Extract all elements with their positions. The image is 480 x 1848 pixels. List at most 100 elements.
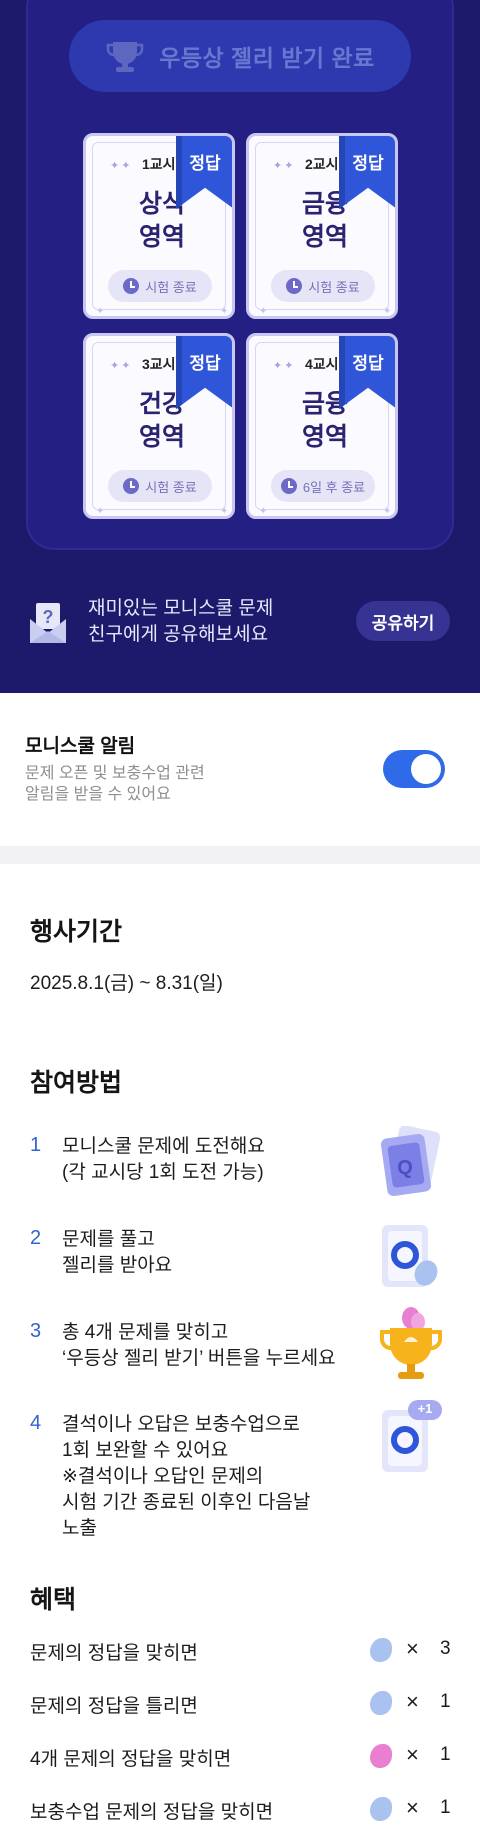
- step-line: 시험 기간 종료된 이후인 다음날: [62, 1492, 311, 1513]
- times-sign: ×: [406, 1689, 419, 1714]
- times-sign: ×: [406, 1795, 419, 1820]
- exam-card-2[interactable]: ✦✦ 2교시 금융 영역 시험 종료 정답 ✦ ✦: [246, 133, 398, 319]
- card-period: 1교시: [142, 156, 176, 172]
- notification-setting: 모니스쿨 알림 문제 오픈 및 보충수업 관련 알림을 받을 수 있어요: [0, 693, 480, 846]
- card-subject: 금융 영역: [249, 188, 395, 254]
- benefits-title: 혜택: [30, 1586, 77, 1614]
- question-mail-icon: ?: [30, 603, 66, 643]
- step-line: 노출: [62, 1518, 97, 1539]
- corner-sparkle-icon: ✦: [220, 306, 229, 317]
- plus-one-card-icon: +1: [378, 1400, 444, 1476]
- exam-card-3[interactable]: ✦✦ 3교시 건강 영역 시험 종료 정답 ✦ ✦: [83, 333, 235, 519]
- card-status: 시험 종료: [271, 270, 375, 302]
- exam-card-1[interactable]: ✦✦ 1교시 상식 영역 시험 종료 정답 ✦ ✦: [83, 133, 235, 319]
- step-line: 결석이나 오답은 보충수업으로: [62, 1414, 300, 1435]
- sparkle-icon: ✦✦: [273, 360, 296, 372]
- corner-sparkle-icon: ✦: [259, 306, 268, 317]
- section-divider: [0, 846, 480, 864]
- benefit-count: 1: [440, 1691, 451, 1712]
- subject-line-2: 영역: [301, 423, 348, 451]
- clock-icon: [280, 478, 297, 494]
- award-jelly-button[interactable]: 우등상 젤리 받기 완료: [69, 20, 411, 92]
- step-number: 3: [30, 1320, 42, 1342]
- subject-line-2: 영역: [301, 223, 348, 251]
- exam-card-4[interactable]: ✦✦ 4교시 금융 영역 6일 후 종료 정답 ✦ ✦: [246, 333, 398, 519]
- corner-sparkle-icon: ✦: [96, 306, 105, 317]
- clock-icon: [123, 278, 140, 294]
- blue-jelly-icon: [370, 1691, 392, 1715]
- subject-line-2: 영역: [138, 223, 185, 251]
- status-label: 시험 종료: [145, 479, 197, 495]
- card-status: 시험 종료: [108, 470, 212, 502]
- step-item: 2 문제를 풀고 젤리를 받아요: [0, 1225, 480, 1307]
- benefit-text: 문제의 정답을 맞히면: [30, 1643, 198, 1664]
- card-subject: 금융 영역: [249, 388, 395, 454]
- award-button-label: 우등상 젤리 받기 완료: [159, 45, 375, 71]
- subject-line-2: 영역: [138, 423, 185, 451]
- event-period-title: 행사기간: [30, 918, 123, 946]
- share-line-2: 친구에게 공유해보세요: [88, 624, 269, 645]
- blue-jelly-icon: [370, 1797, 392, 1821]
- sparkle-icon: ✦✦: [110, 160, 133, 172]
- svg-text:?: ?: [43, 607, 54, 627]
- event-period-value: 2025.8.1(금) ~ 8.31(일): [30, 973, 223, 994]
- step-item: 4 결석이나 오답은 보충수업으로 1회 보완할 수 있어요 ※결석이나 오답인…: [0, 1400, 480, 1552]
- correct-badge-label: 정답: [189, 154, 221, 173]
- card-period: 3교시: [142, 356, 176, 372]
- how-to-title: 참여방법: [30, 1069, 123, 1097]
- times-sign: ×: [406, 1742, 419, 1767]
- step-line: 총 4개 문제를 맞히고: [62, 1322, 229, 1343]
- notification-toggle[interactable]: [383, 750, 445, 788]
- step-text: 총 4개 문제를 맞히고 ‘우등상 젤리 받기’ 버튼을 누르세요: [62, 1320, 336, 1372]
- step-item: 1 모니스쿨 문제에 도전해요 (각 교시당 1회 도전 가능) Q: [0, 1126, 480, 1214]
- benefit-text: 4개 문제의 정답을 맞히면: [30, 1749, 232, 1770]
- correct-badge-label: 정답: [352, 154, 384, 173]
- notification-title: 모니스쿨 알림: [25, 736, 136, 757]
- status-label: 6일 후 종료: [302, 479, 366, 495]
- benefit-count: 3: [440, 1638, 451, 1659]
- toggle-knob: [411, 754, 441, 784]
- correct-badge-label: 정답: [189, 354, 221, 373]
- step-line: 모니스쿨 문제에 도전해요: [62, 1136, 265, 1157]
- card-status: 6일 후 종료: [271, 470, 375, 502]
- sparkle-icon: ✦✦: [273, 160, 296, 172]
- answer-card-jelly-icon: [382, 1225, 438, 1287]
- card-period: 4교시: [305, 356, 339, 372]
- share-line-1: 재미있는 모니스쿨 문제: [88, 598, 274, 619]
- status-label: 시험 종료: [145, 279, 197, 295]
- step-line: ※결석이나 오답인 문제의: [62, 1466, 264, 1487]
- corner-sparkle-icon: ✦: [383, 506, 392, 517]
- status-label: 시험 종료: [308, 279, 360, 295]
- share-button[interactable]: 공유하기: [356, 601, 450, 641]
- clock-icon: [123, 478, 140, 494]
- benefit-row: 문제의 정답을 틀리면 × 1: [0, 1689, 480, 1719]
- benefit-text: 보충수업 문제의 정답을 맞히면: [30, 1802, 274, 1823]
- corner-sparkle-icon: ✦: [96, 506, 105, 517]
- quiz-card-icon: Q: [380, 1126, 441, 1197]
- sparkle-icon: ✦✦: [110, 360, 133, 372]
- step-line: ‘우등상 젤리 받기’ 버튼을 누르세요: [62, 1348, 336, 1369]
- card-subject: 상식 영역: [86, 188, 232, 254]
- step-item: 3 총 4개 문제를 맞히고 ‘우등상 젤리 받기’ 버튼을 누르세요: [0, 1307, 480, 1400]
- step-number: 1: [30, 1134, 42, 1156]
- notification-desc: 문제 오픈 및 보충수업 관련 알림을 받을 수 있어요: [25, 763, 205, 805]
- benefit-count: 1: [440, 1744, 451, 1765]
- pink-jelly-icon: [370, 1744, 392, 1768]
- step-number: 2: [30, 1227, 42, 1249]
- school-section: 우등상 젤리 받기 완료 ✦✦ 1교시 상식 영역 시험 종료 정답 ✦ ✦ ✦…: [0, 0, 480, 693]
- clock-icon: [286, 278, 303, 294]
- blue-jelly-icon: [370, 1638, 392, 1662]
- corner-sparkle-icon: ✦: [383, 306, 392, 317]
- step-line: 문제를 풀고: [62, 1229, 155, 1250]
- corner-sparkle-icon: ✦: [220, 506, 229, 517]
- svg-text:Q: Q: [397, 1157, 413, 1179]
- trophy-icon: [106, 42, 144, 72]
- card-status: 시험 종료: [108, 270, 212, 302]
- corner-sparkle-icon: ✦: [259, 506, 268, 517]
- benefit-row: 문제의 정답을 맞히면 × 3: [0, 1636, 480, 1666]
- card-period: 2교시: [305, 156, 339, 172]
- plus-one-badge: +1: [417, 1401, 433, 1416]
- step-number: 4: [30, 1412, 42, 1434]
- notification-desc-line-2: 알림을 받을 수 있어요: [25, 786, 171, 803]
- benefit-row: 보충수업 문제의 정답을 맞히면 × 1: [0, 1795, 480, 1825]
